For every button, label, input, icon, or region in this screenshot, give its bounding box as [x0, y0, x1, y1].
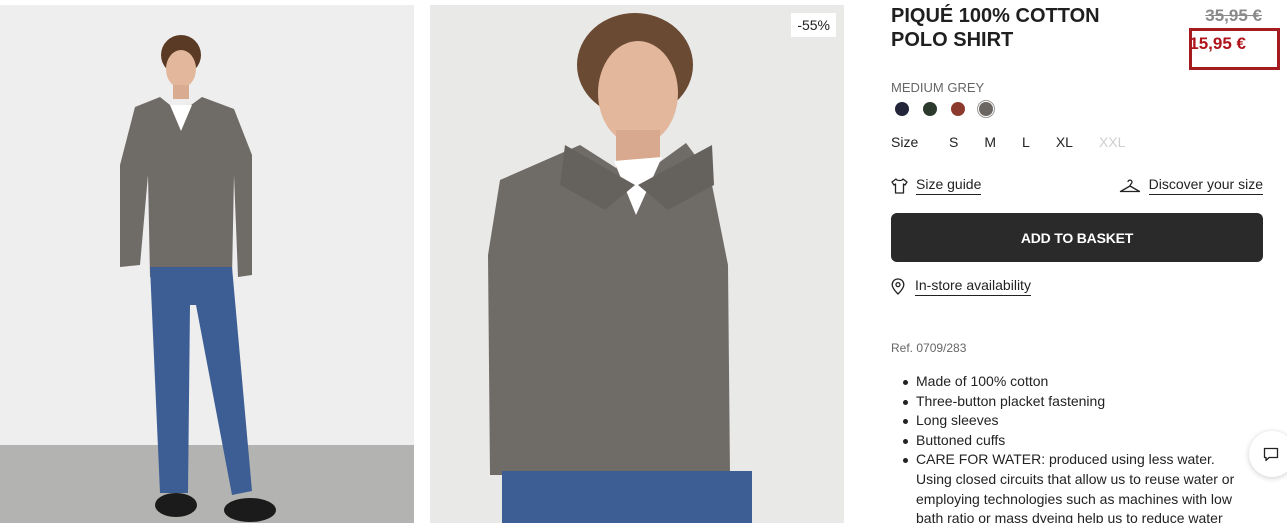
color-swatch-dark-green[interactable] [921, 100, 939, 118]
product-title: PIQUÉ 100% COTTON POLO SHIRT [891, 5, 1100, 51]
chat-icon [1263, 447, 1279, 461]
discount-badge: -55% [791, 13, 836, 37]
original-price: 35,95 € [1205, 6, 1262, 25]
size-selector: Size S M L XL XXL [891, 134, 1151, 150]
color-swatches [893, 100, 995, 118]
size-option-xxl: XXL [1098, 134, 1126, 150]
store-availability-label[interactable]: In-store availability [915, 277, 1031, 296]
tshirt-icon [891, 177, 908, 194]
color-swatch-navy[interactable] [893, 100, 911, 118]
add-to-basket-button[interactable]: ADD TO BASKET [891, 213, 1263, 262]
model-full-body-illustration [0, 5, 414, 523]
size-help-row: Size guide Discover your size [891, 176, 1263, 200]
size-guide-label[interactable]: Size guide [916, 176, 982, 195]
selected-color-name: MEDIUM GREY [891, 80, 985, 95]
color-swatch-medium-grey[interactable] [977, 100, 995, 118]
model-closeup-illustration [430, 5, 844, 523]
product-reference: Ref. 0709/283 [891, 341, 967, 355]
color-swatch-rust[interactable] [949, 100, 967, 118]
size-option-xl[interactable]: XL [1056, 134, 1073, 150]
feature-item: Buttoned cuffs [900, 431, 1250, 451]
feature-item: Long sleeves [900, 411, 1250, 431]
size-option-l[interactable]: L [1022, 134, 1030, 150]
feature-item: Made of 100% cotton [900, 372, 1250, 392]
size-option-s[interactable]: S [949, 134, 958, 150]
store-availability-link[interactable]: In-store availability [891, 277, 1031, 296]
size-label: Size [891, 134, 919, 150]
location-pin-icon [891, 278, 905, 295]
hanger-icon [1119, 178, 1140, 192]
sale-price: 15,95 € [1189, 34, 1246, 53]
discover-size-label[interactable]: Discover your size [1148, 176, 1263, 195]
product-image-closeup[interactable]: -55% [430, 5, 844, 523]
size-option-m[interactable]: M [984, 134, 996, 150]
feature-item: Three-button placket fastening [900, 392, 1250, 412]
size-guide-link[interactable]: Size guide [891, 176, 982, 195]
product-info-panel: PIQUÉ 100% COTTON POLO SHIRT 35,95 € 15,… [891, 0, 1280, 523]
feature-item: CARE FOR WATER: produced using less wate… [900, 450, 1250, 523]
feature-list: Made of 100% cotton Three-button placket… [900, 372, 1250, 523]
product-image-full-body[interactable] [0, 5, 414, 523]
discover-size-link[interactable]: Discover your size [1119, 176, 1263, 195]
chat-button[interactable] [1249, 431, 1287, 477]
